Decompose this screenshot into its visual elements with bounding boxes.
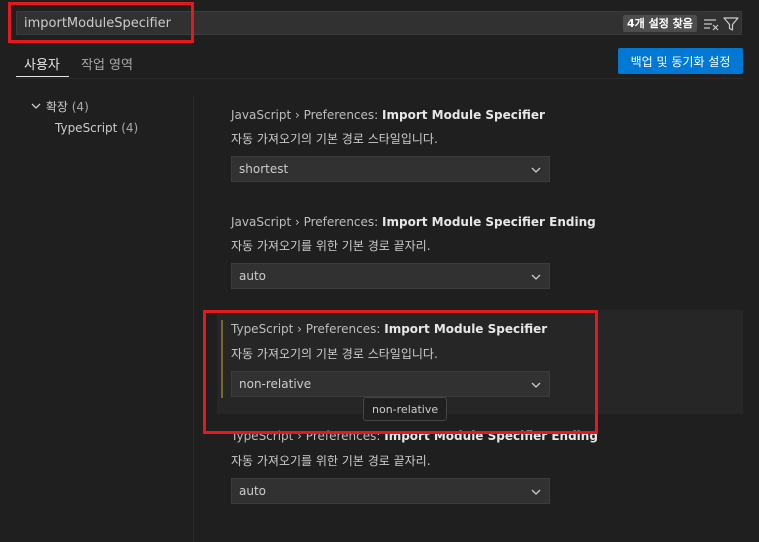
setting-dropdown[interactable]: shortest: [231, 156, 550, 182]
tree-item-count: (4): [71, 100, 89, 114]
settings-search-box[interactable]: importModuleSpecifier 4개 설정 찾음: [16, 11, 742, 35]
tab-workspace[interactable]: 작업 영역: [81, 54, 133, 73]
search-input[interactable]: importModuleSpecifier: [24, 16, 171, 31]
tree-item-extensions[interactable]: 확장 (4): [30, 98, 89, 115]
chevron-down-icon: [531, 274, 541, 280]
setting-category: JavaScript › Preferences:: [231, 108, 383, 122]
setting-category: JavaScript › Preferences:: [231, 215, 383, 229]
backup-sync-button[interactable]: 백업 및 동기화 설정: [618, 48, 743, 74]
setting-name: Import Module Specifier Ending: [384, 429, 598, 443]
setting-item: TypeScript › Preferences: Import Module …: [217, 420, 743, 520]
tree-divider: [193, 96, 194, 542]
dropdown-value: auto: [239, 269, 267, 283]
setting-description: 자동 가져오기의 기본 경로 스타일입니다.: [231, 347, 438, 361]
chevron-down-icon: [31, 103, 41, 109]
tabs-divider: [16, 78, 743, 79]
setting-name: Import Module Specifier: [382, 108, 545, 122]
setting-title: JavaScript › Preferences: Import Module …: [231, 215, 596, 229]
chevron-down-icon: [531, 167, 541, 173]
setting-description: 자동 가져오기를 위한 기본 경로 끝자리.: [231, 454, 431, 468]
setting-title: TypeScript › Preferences: Import Module …: [231, 429, 598, 443]
filter-icon[interactable]: [722, 15, 740, 33]
setting-description: 자동 가져오기를 위한 기본 경로 끝자리.: [231, 239, 431, 253]
setting-title: JavaScript › Preferences: Import Module …: [231, 108, 545, 122]
tree-item-label: TypeScript: [55, 121, 118, 135]
setting-category: TypeScript › Preferences:: [231, 429, 385, 443]
setting-name: Import Module Specifier Ending: [382, 215, 596, 229]
search-result-count: 4개 설정 찾음: [623, 15, 697, 32]
tree-item-label: 확장: [45, 100, 68, 114]
setting-name: Import Module Specifier: [384, 322, 548, 336]
clear-filter-icon[interactable]: [702, 15, 720, 33]
settings-editor: importModuleSpecifier 4개 설정 찾음 사용자 작업 영역…: [0, 0, 759, 542]
chevron-down-icon: [531, 382, 541, 388]
setting-description: 자동 가져오기의 기본 경로 스타일입니다.: [231, 132, 438, 146]
setting-item: JavaScript › Preferences: Import Module …: [217, 98, 743, 198]
value-tooltip: non-relative: [363, 397, 448, 421]
tree-item-count: (4): [121, 121, 139, 135]
setting-title: TypeScript › Preferences: Import Module …: [231, 322, 547, 336]
setting-category: TypeScript › Preferences:: [231, 322, 385, 336]
dropdown-value: non-relative: [239, 377, 312, 391]
setting-dropdown[interactable]: auto: [231, 263, 550, 289]
setting-dropdown[interactable]: non-relative: [231, 371, 550, 397]
chevron-down-icon: [531, 489, 541, 495]
setting-dropdown[interactable]: auto: [231, 478, 550, 504]
active-tab-indicator: [16, 76, 69, 77]
dropdown-value: shortest: [239, 162, 289, 176]
tree-item-typescript[interactable]: TypeScript (4): [55, 121, 138, 135]
dropdown-value: auto: [239, 484, 267, 498]
focus-indicator: [221, 320, 223, 398]
setting-item-focused: TypeScript › Preferences: Import Module …: [217, 310, 743, 414]
tab-user[interactable]: 사용자: [24, 54, 60, 73]
setting-item: JavaScript › Preferences: Import Module …: [217, 205, 743, 305]
